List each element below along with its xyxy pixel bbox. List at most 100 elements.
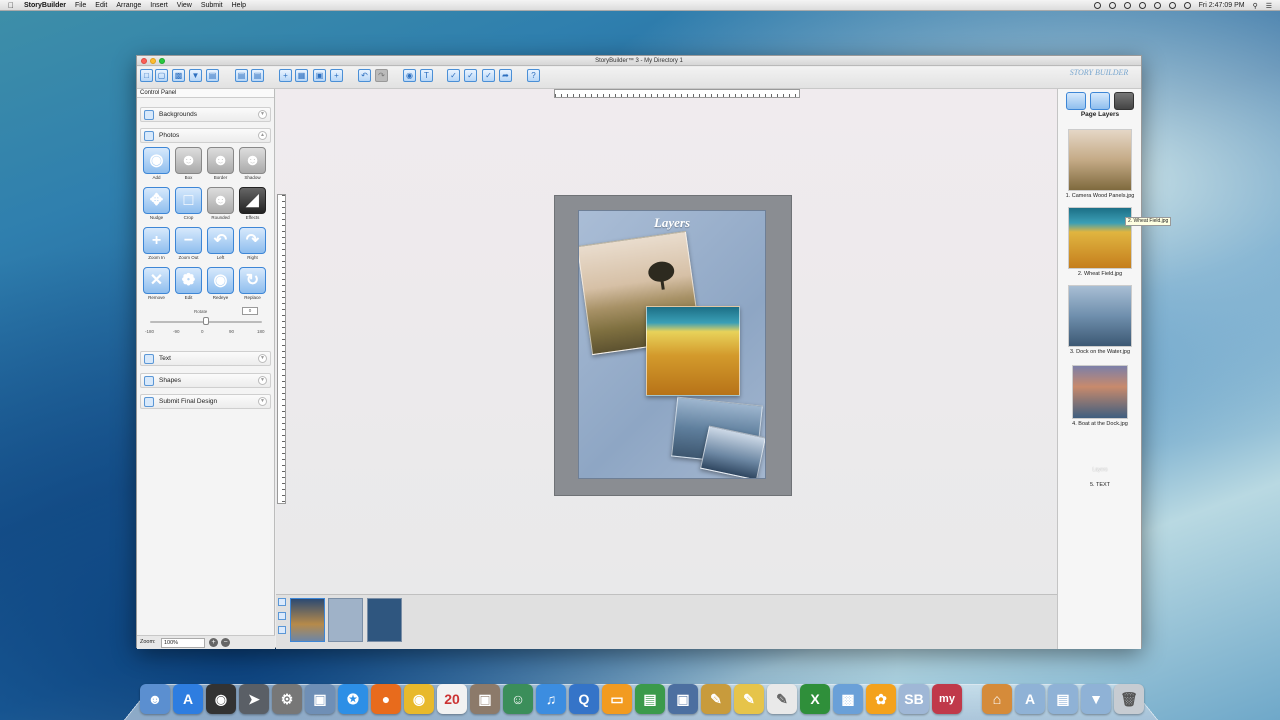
tool-zoom-out-button[interactable]: − Zoom Out	[174, 227, 203, 265]
ibooks-icon[interactable]: ▭	[602, 684, 632, 714]
status-volume-icon[interactable]	[1168, 2, 1176, 9]
tool-redeye-button[interactable]: ◉ Redeye	[206, 267, 235, 305]
save-icon[interactable]: ▩	[172, 69, 185, 82]
filmstrip-page-icon[interactable]	[278, 598, 286, 606]
approve-icon[interactable]: ✓	[482, 69, 495, 82]
layer-item-3[interactable]: 3. Dock on the Water.jpg	[1058, 285, 1142, 355]
menu-arrange[interactable]: Arrange	[116, 2, 141, 9]
tool-border-button[interactable]: ☻ Border	[206, 147, 235, 185]
duplicate-page-icon[interactable]: ▦	[295, 69, 308, 82]
section-submit-final-design[interactable]: Submit Final Design ▼	[140, 394, 271, 409]
chrome-icon[interactable]: ◉	[404, 684, 434, 714]
tool-rounded-button[interactable]: ☻ Rounded	[206, 187, 235, 225]
section-text[interactable]: Text ▼	[140, 351, 271, 366]
layer-item-4[interactable]: 4. Boat at the Dock.jpg	[1058, 365, 1142, 427]
section-backgrounds[interactable]: Backgrounds ▼	[140, 107, 271, 122]
layer-item-1[interactable]: 1. Camera Wood Panels.jpg	[1058, 129, 1142, 199]
virtualbox-icon[interactable]: ▣	[668, 684, 698, 714]
menu-file[interactable]: File	[75, 2, 86, 9]
page-left-icon[interactable]: ▤	[235, 69, 248, 82]
preview-icon[interactable]: ▣	[305, 684, 335, 714]
textedit-icon[interactable]: ✎	[767, 684, 797, 714]
apple-menu-icon[interactable]: 	[8, 1, 14, 10]
menu-view[interactable]: View	[177, 2, 192, 9]
tool-zoom-in-button[interactable]: + Zoom In	[142, 227, 171, 265]
status-wifi-icon[interactable]	[1153, 2, 1161, 9]
tool-shadow-button[interactable]: ☻ Shadow	[238, 147, 267, 185]
storybuilder-dock-icon[interactable]: SB	[899, 684, 929, 714]
rotate-value-field[interactable]: 0	[242, 307, 258, 315]
page-thumbnail-2[interactable]	[328, 598, 363, 642]
tool-effects-button[interactable]: ◢ Effects	[238, 187, 267, 225]
redo-icon[interactable]: ↷	[375, 69, 388, 82]
tool-remove-button[interactable]: ✕ Remove	[142, 267, 171, 305]
photos-tab-icon[interactable]	[1066, 92, 1086, 110]
clock[interactable]: Fri 2:47:09 PM	[1199, 2, 1245, 9]
itunes-icon[interactable]: ♫	[536, 684, 566, 714]
share-icon[interactable]: ➦	[499, 69, 512, 82]
status-time-machine-icon[interactable]	[1108, 2, 1116, 9]
calendar-icon[interactable]: 20	[437, 684, 467, 714]
undo-icon[interactable]: ↶	[358, 69, 371, 82]
quicktime-icon[interactable]: Q	[569, 684, 599, 714]
trash-icon[interactable]: 🗑	[1114, 684, 1144, 714]
page-thumbnail-1[interactable]	[290, 598, 325, 642]
photos-app-icon[interactable]: ▣	[470, 684, 500, 714]
firefox-icon[interactable]: ●	[371, 684, 401, 714]
tool-right-button[interactable]: ↷ Right	[238, 227, 267, 265]
finder-icon[interactable]: ☻	[140, 684, 170, 714]
expand-icon[interactable]: ▼	[258, 397, 267, 406]
filmstrip-add-icon[interactable]	[278, 626, 286, 634]
collapse-icon[interactable]: ▲	[258, 131, 267, 140]
status-record-icon[interactable]	[1093, 2, 1101, 9]
pages-tab-icon[interactable]	[1090, 92, 1110, 110]
close-window-button[interactable]	[141, 58, 147, 64]
tool-crop-button[interactable]: □ Crop	[174, 187, 203, 225]
print-icon[interactable]: ▼	[189, 69, 202, 82]
design-canvas[interactable]: Layers	[276, 89, 1059, 594]
notes-icon[interactable]: ✎	[734, 684, 764, 714]
zoom-in-button[interactable]: +	[209, 638, 218, 647]
home-folder-icon[interactable]: ⌂	[982, 684, 1012, 714]
section-photos[interactable]: Photos ▲	[140, 128, 271, 143]
menu-help[interactable]: Help	[232, 2, 246, 9]
spotlight-icon[interactable]: ⚲	[1253, 2, 1258, 10]
system-preferences-icon[interactable]: ⚙	[272, 684, 302, 714]
filmstrip-trash-icon[interactable]	[278, 612, 286, 620]
tool-box-button[interactable]: ☻ Box	[174, 147, 203, 185]
tool-edit-button[interactable]: ❁ Edit	[174, 267, 203, 305]
menu-edit[interactable]: Edit	[95, 2, 107, 9]
documents-folder-icon[interactable]: ▤	[1048, 684, 1078, 714]
menu-submit[interactable]: Submit	[201, 2, 223, 9]
zoom-select[interactable]: 100%	[161, 638, 205, 648]
photo-wheat-field[interactable]	[646, 306, 740, 396]
expand-icon[interactable]: ▼	[258, 376, 267, 385]
help-icon[interactable]: ?	[527, 69, 540, 82]
status-bluetooth-icon[interactable]	[1138, 2, 1146, 9]
layers-tab-icon[interactable]	[1114, 92, 1134, 110]
zoom-out-button[interactable]: −	[221, 638, 230, 647]
new-page-icon[interactable]: □	[140, 69, 153, 82]
applications-folder-icon[interactable]: A	[1015, 684, 1045, 714]
check-icon[interactable]: ✓	[447, 69, 460, 82]
document-icon[interactable]: ▤	[206, 69, 219, 82]
page-text-layer[interactable]: Layers	[579, 215, 765, 231]
downloads-folder-icon[interactable]: ▼	[1081, 684, 1111, 714]
text-toolbar-icon[interactable]: T	[420, 69, 433, 82]
status-battery-icon[interactable]	[1183, 2, 1191, 9]
expand-icon[interactable]: ▼	[258, 354, 267, 363]
insert-page-icon[interactable]: +	[330, 69, 343, 82]
tool-left-button[interactable]: ↶ Left	[206, 227, 235, 265]
tool-replace-button[interactable]: ↻ Replace	[238, 267, 267, 305]
section-shapes[interactable]: Shapes ▼	[140, 373, 271, 388]
my-app-icon[interactable]: my	[932, 684, 962, 714]
layer-item-5[interactable]: Layers 5. TEXT	[1058, 467, 1142, 488]
rotate-slider-thumb[interactable]	[203, 317, 209, 325]
tool-nudge-button[interactable]: ✥ Nudge	[142, 187, 171, 225]
expand-icon[interactable]: ▼	[258, 110, 267, 119]
status-sync-icon[interactable]	[1123, 2, 1131, 9]
page-thumbnail-3[interactable]	[367, 598, 402, 642]
numbers-icon[interactable]: ▩	[833, 684, 863, 714]
safari-icon[interactable]: ✪	[338, 684, 368, 714]
iphoto-icon[interactable]: ☺	[503, 684, 533, 714]
